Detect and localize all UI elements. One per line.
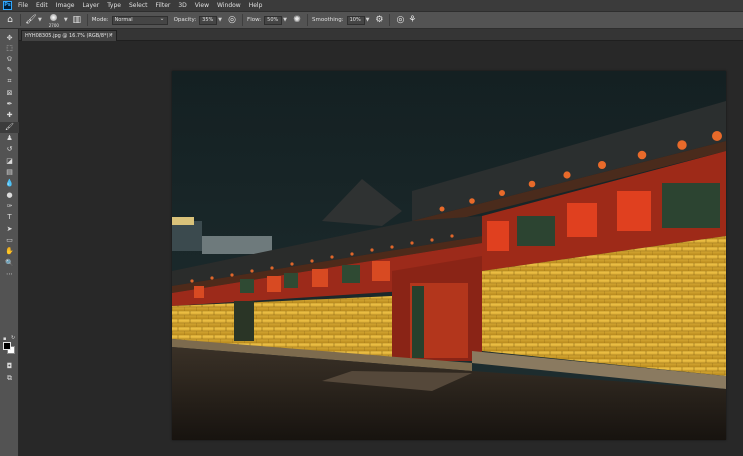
menu-help[interactable]: Help <box>249 0 263 11</box>
chevron-down-icon[interactable]: ▼ <box>38 14 42 26</box>
dodge-tool-icon[interactable]: ● <box>0 190 19 201</box>
chevron-down-icon[interactable]: ▼ <box>366 14 370 26</box>
divider <box>20 14 21 26</box>
document-tab-bar: HYH08305.jpg @ 16.7% (RGB/8*) * × <box>19 29 743 41</box>
eyedropper-tool-icon[interactable]: ✒ <box>0 99 19 110</box>
smoothing-field[interactable]: 10% <box>346 15 365 25</box>
close-icon[interactable]: × <box>108 32 113 39</box>
menu-window[interactable]: Window <box>217 0 241 11</box>
pressure-opacity-icon[interactable]: ◎ <box>226 14 238 26</box>
healing-brush-tool-icon[interactable]: ✚ <box>0 110 19 121</box>
chevron-down-icon[interactable]: ▼ <box>283 14 287 26</box>
smoothing-label: Smoothing: <box>312 17 344 23</box>
hand-tool-icon[interactable]: ✋ <box>0 246 19 257</box>
divider <box>242 14 244 26</box>
menu-layer[interactable]: Layer <box>82 0 99 11</box>
menu-filter[interactable]: Filter <box>156 0 171 11</box>
opacity-field[interactable]: 35% <box>199 15 218 25</box>
palace-night-photo <box>172 71 726 440</box>
pen-tool-icon[interactable]: ✑ <box>0 201 19 212</box>
flow-label: Flow: <box>247 17 262 23</box>
menu-bar: Ps File Edit Image Layer Type Select Fil… <box>0 0 743 11</box>
document-image[interactable] <box>172 71 726 440</box>
chevron-down-icon[interactable]: ▼ <box>64 14 68 26</box>
mode-select[interactable]: Normal <box>111 15 168 25</box>
mode-label: Mode: <box>91 17 109 23</box>
document-tab-label: HYH08305.jpg @ 16.7% (RGB/8*) * <box>25 33 113 39</box>
brush-size-picker[interactable]: 2700 <box>47 13 61 28</box>
brush-size-value: 2700 <box>48 23 59 28</box>
more-tools-icon[interactable]: ⋯ <box>0 269 19 280</box>
menu-image[interactable]: Image <box>56 0 75 11</box>
history-brush-tool-icon[interactable]: ↺ <box>0 144 19 155</box>
gradient-tool-icon[interactable]: ▤ <box>0 167 19 178</box>
type-tool-icon[interactable]: T <box>0 212 19 223</box>
lasso-tool-icon[interactable]: ଡ <box>0 54 19 65</box>
tools-panel: ▪ ↻ ✥ ⬚ ଡ ✎ ⌗ ⊠ ✒ ✚ 🖌 ♟ ↺ ◪ ▤ 💧 ● ✑ T ➤ ▭ ✋ 🔍 ⋯ ◘ ⧉ <box>0 29 19 456</box>
menu-type[interactable]: Type <box>107 0 121 11</box>
brush-preset-icon[interactable]: 🖌 <box>25 14 37 26</box>
menu-view[interactable]: View <box>195 0 209 11</box>
brush-tip-icon <box>50 14 58 21</box>
quick-mask-icon[interactable]: ◘ <box>0 361 19 372</box>
menu-3d[interactable]: 3D <box>178 0 186 11</box>
pressure-size-icon[interactable]: ◎ <box>394 14 406 26</box>
divider <box>389 14 391 26</box>
divider <box>86 14 88 26</box>
opacity-label: Opacity: <box>173 17 197 23</box>
chevron-down-icon[interactable]: ▼ <box>218 14 222 26</box>
menu-select[interactable]: Select <box>129 0 148 11</box>
screen-mode-icon[interactable]: ⧉ <box>0 373 19 384</box>
zoom-tool-icon[interactable]: 🔍 <box>0 258 19 269</box>
quick-select-tool-icon[interactable]: ✎ <box>0 65 19 76</box>
crop-tool-icon[interactable]: ⌗ <box>0 76 19 87</box>
path-select-tool-icon[interactable]: ➤ <box>0 224 19 235</box>
eraser-tool-icon[interactable]: ◪ <box>0 156 19 167</box>
frame-tool-icon[interactable]: ⊠ <box>0 88 19 99</box>
brush-settings-icon[interactable]: ▥ <box>71 14 83 26</box>
photoshop-logo-icon: Ps <box>3 1 12 10</box>
marquee-tool-icon[interactable]: ⬚ <box>0 43 19 54</box>
rectangle-tool-icon[interactable]: ▭ <box>0 235 19 246</box>
home-icon[interactable]: ⌂ <box>4 14 16 26</box>
swap-colors-icon[interactable]: ↻ <box>11 335 15 341</box>
gear-icon[interactable]: ⚙ <box>373 14 385 26</box>
brush-tool-icon[interactable]: 🖌 <box>0 122 19 133</box>
flow-field[interactable]: 50% <box>264 15 283 25</box>
clone-stamp-tool-icon[interactable]: ♟ <box>0 133 19 144</box>
menu-file[interactable]: File <box>18 0 28 11</box>
blur-tool-icon[interactable]: 💧 <box>0 178 19 189</box>
foreground-color-swatch[interactable] <box>3 342 11 350</box>
options-bar: ⌂ 🖌 ▼ 2700 ▼ ▥ Mode: Normal Opacity: 35%… <box>0 11 743 29</box>
document-tab[interactable]: HYH08305.jpg @ 16.7% (RGB/8*) * × <box>21 30 117 41</box>
airbrush-icon[interactable]: ✺ <box>291 14 303 26</box>
menu-edit[interactable]: Edit <box>36 0 48 11</box>
divider <box>307 14 308 26</box>
symmetry-icon[interactable]: ⚘ <box>406 14 418 26</box>
